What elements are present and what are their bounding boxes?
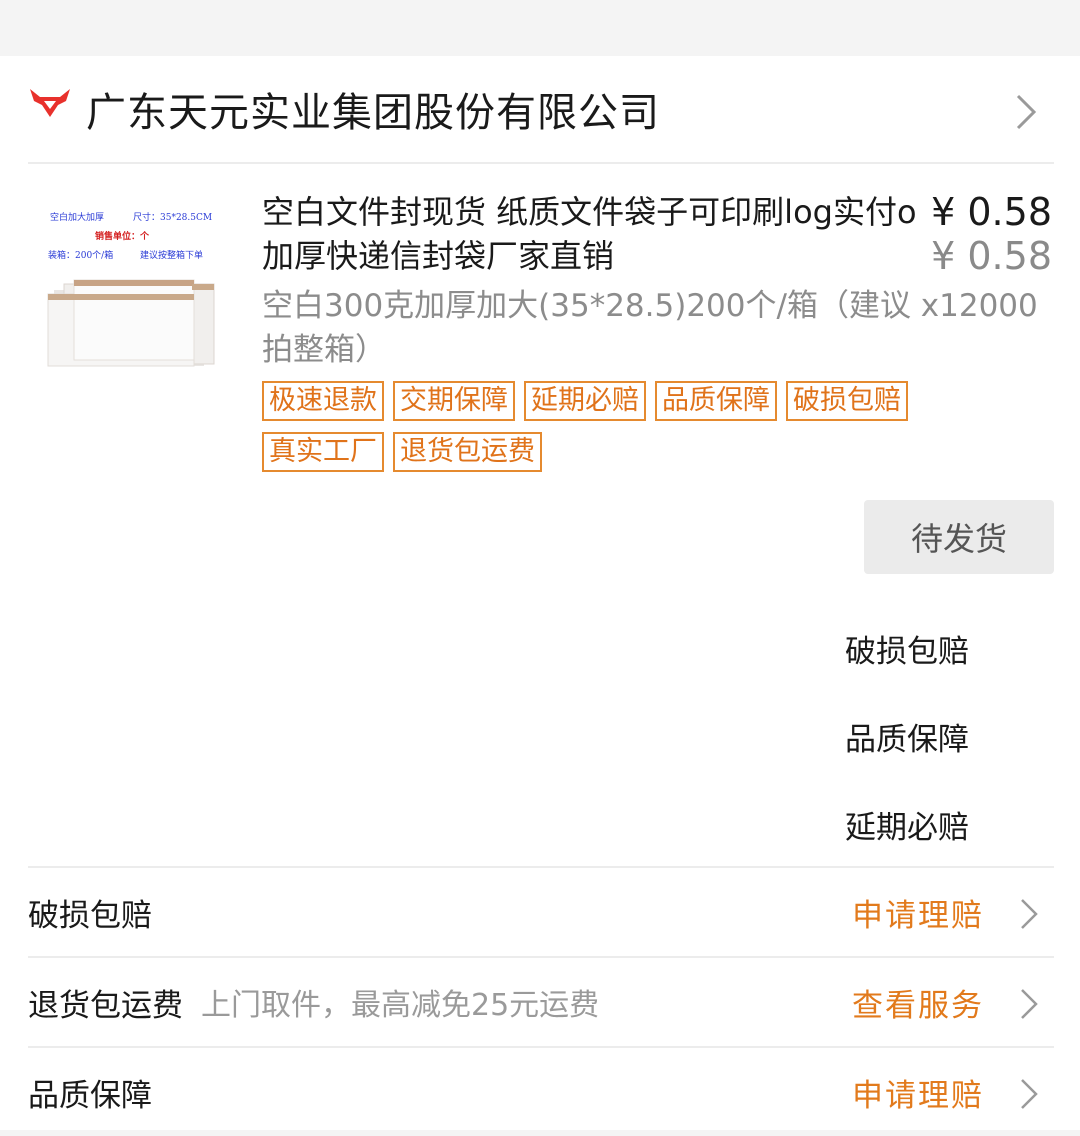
guarantee-item: 破损包赔 xyxy=(845,634,969,670)
service-row-damage[interactable]: 破损包赔 申请理赔 xyxy=(28,866,1054,956)
paid-price: ¥ 0.58 xyxy=(931,190,1052,234)
thumb-text: 空白加大加厚 xyxy=(50,213,105,223)
claim-button[interactable]: 申请理赔 xyxy=(852,890,984,935)
guarantee-item: 延期必赔 xyxy=(845,810,969,846)
chevron-right-icon[interactable] xyxy=(1016,1076,1040,1112)
price-value: ¥ 0.58 xyxy=(931,190,1052,234)
tag: 退货包运费 xyxy=(393,432,542,472)
original-price: ¥ 0.58 xyxy=(931,234,1052,278)
shop-header[interactable]: 广东天元实业集团股份有限公司 xyxy=(28,56,1054,164)
service-tags: 极速退款 交期保障 延期必赔 品质保障 破损包赔 真实工厂 退货包运费 xyxy=(262,381,962,472)
chevron-right-icon[interactable] xyxy=(1016,896,1040,932)
chevron-right-icon[interactable] xyxy=(1016,986,1040,1022)
service-row-quality[interactable]: 品质保障 申请理赔 xyxy=(28,1046,1054,1136)
thumb-text: 装箱：200个/箱 xyxy=(48,251,114,261)
thumb-text: 销售单位：个 xyxy=(95,232,150,242)
tag: 真实工厂 xyxy=(262,432,384,472)
product-thumbnail[interactable]: 空白加大加厚 尺寸：35*28.5CM 销售单位：个 装箱：200个/箱 建议按… xyxy=(40,196,226,382)
service-desc: 上门取件，最高减免25元运费 xyxy=(201,988,600,1023)
tag: 破损包赔 xyxy=(786,381,908,421)
thumb-text: 建议按整箱下单 xyxy=(140,251,204,261)
thumb-text: 尺寸：35*28.5CM xyxy=(133,213,213,223)
bull-logo-icon xyxy=(30,89,70,117)
guarantee-item: 品质保障 xyxy=(845,722,969,758)
service-label: 退货包运费 xyxy=(28,987,183,1024)
claim-button[interactable]: 申请理赔 xyxy=(852,1070,984,1115)
tag: 品质保障 xyxy=(655,381,777,421)
product-spec: 空白300克加厚加大(35*28.5)200个/箱（建议 x12000拍整箱） xyxy=(262,288,1038,368)
order-card: 广东天元实业集团股份有限公司 空白加大加厚 尺寸：35*28.5CM 销售单位：… xyxy=(0,56,1080,1130)
tag: 延期必赔 xyxy=(524,381,646,421)
envelope-stack-image xyxy=(47,279,215,367)
service-row-return-shipping[interactable]: 退货包运费 上门取件，最高减免25元运费 查看服务 xyxy=(28,956,1054,1046)
product-title[interactable]: 空白文件封现货 纸质文件袋子可印刷log实付o加厚快递信封袋厂家直销 xyxy=(262,190,934,278)
tag: 极速退款 xyxy=(262,381,384,421)
view-service-button[interactable]: 查看服务 xyxy=(852,980,984,1025)
order-status-button[interactable]: 待发货 xyxy=(864,500,1054,574)
chevron-right-icon[interactable] xyxy=(1010,92,1040,132)
service-label: 品质保障 xyxy=(28,1077,152,1114)
service-label: 破损包赔 xyxy=(28,897,152,934)
shop-name: 广东天元实业集团股份有限公司 xyxy=(86,90,660,136)
tag: 交期保障 xyxy=(393,381,515,421)
